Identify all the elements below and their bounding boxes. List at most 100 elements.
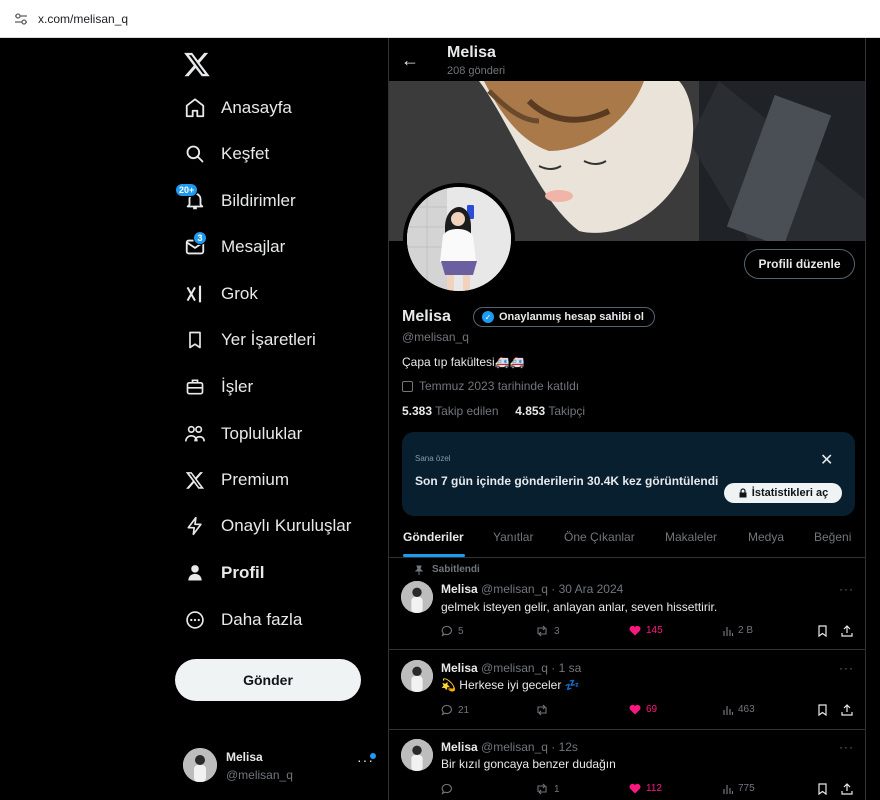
views-icon bbox=[723, 626, 733, 636]
browser-address-bar[interactable]: x.com/melisan_q bbox=[0, 0, 880, 38]
heart-icon bbox=[629, 783, 641, 794]
bookmark-button[interactable] bbox=[817, 704, 833, 716]
avatar[interactable] bbox=[401, 660, 433, 692]
repost-icon bbox=[537, 625, 547, 637]
pinned-label: Sabitlendi bbox=[414, 564, 480, 575]
promo-tag: Sana özel bbox=[415, 454, 451, 463]
repost-button[interactable]: 1 bbox=[535, 783, 560, 795]
post-actions: 1 112 775 bbox=[441, 783, 861, 799]
mail-icon: 3 bbox=[183, 231, 207, 259]
account-switcher[interactable]: Melisa @melisan_q ··· bbox=[183, 746, 379, 786]
tab-articles[interactable]: Makaleler bbox=[665, 530, 717, 544]
nav-item-explore[interactable]: Keşfet bbox=[183, 138, 269, 170]
like-button[interactable]: 112 bbox=[629, 783, 662, 794]
url-text[interactable]: x.com/melisan_q bbox=[38, 12, 128, 26]
pin-icon bbox=[414, 565, 424, 575]
bookmark-button[interactable] bbox=[817, 783, 833, 795]
nav-item-home[interactable]: Anasayfa bbox=[183, 92, 292, 124]
open-analytics-button[interactable]: İstatistikleri aç bbox=[724, 483, 842, 503]
back-arrow-icon[interactable]: ← bbox=[401, 50, 419, 71]
nav-label: Bildirimler bbox=[221, 191, 296, 210]
post-author[interactable]: Melisa @melisan_q · 1 sa bbox=[441, 661, 581, 675]
share-icon bbox=[841, 704, 853, 716]
post-item[interactable]: Melisa @melisan_q · 1 sa ··· 💫 Herkese i… bbox=[389, 651, 865, 730]
tab-likes[interactable]: Beğeni bbox=[814, 530, 851, 544]
following-link[interactable]: 5.383 Takip edilen bbox=[402, 404, 499, 418]
heart-icon bbox=[629, 625, 641, 636]
post-text: 💫 Herkese iyi geceler 💤 bbox=[441, 678, 580, 692]
briefcase-icon bbox=[183, 375, 207, 399]
nav-item-premium[interactable]: Premium bbox=[183, 464, 289, 496]
nav-label: Profil bbox=[221, 563, 265, 582]
get-verified-button[interactable]: ✓ Onaylanmış hesap sahibi ol bbox=[473, 307, 655, 327]
nav-item-messages[interactable]: 3 Mesajlar bbox=[183, 231, 285, 263]
more-circle-icon bbox=[183, 608, 207, 632]
avatar bbox=[183, 748, 217, 782]
tab-media[interactable]: Medya bbox=[748, 530, 784, 544]
like-button[interactable]: 145 bbox=[629, 625, 663, 636]
nav-label: Topluluklar bbox=[221, 424, 303, 443]
repost-button[interactable]: 3 bbox=[535, 625, 560, 637]
more-icon[interactable]: ··· bbox=[839, 582, 854, 596]
tab-posts[interactable]: Gönderiler bbox=[403, 530, 464, 544]
header-name: Melisa bbox=[447, 44, 496, 61]
nav-item-communities[interactable]: Topluluklar bbox=[183, 418, 302, 450]
unread-dot bbox=[370, 753, 376, 759]
home-icon bbox=[183, 96, 207, 120]
reply-button[interactable]: 5 bbox=[441, 625, 464, 637]
nav-item-bookmarks[interactable]: Yer İşaretleri bbox=[183, 324, 316, 356]
profile-avatar[interactable] bbox=[403, 183, 515, 295]
post-author[interactable]: Melisa @melisan_q · 12s bbox=[441, 740, 578, 754]
join-date: Temmuz 2023 tarihinde katıldı bbox=[402, 379, 579, 393]
analytics-promo-card: Sana özel Son 7 gün içinde gönderilerin … bbox=[402, 432, 855, 516]
bookmark-button[interactable] bbox=[817, 625, 833, 637]
post-button[interactable]: Gönder bbox=[175, 659, 361, 701]
active-tab-indicator bbox=[403, 554, 465, 557]
views-icon bbox=[723, 705, 733, 715]
views-button[interactable]: 775 bbox=[723, 783, 755, 794]
post-item[interactable]: Melisa @melisan_q · 12s ··· Bir kızıl go… bbox=[389, 730, 865, 800]
post-actions: 5 3 145 2 B bbox=[441, 625, 861, 641]
views-button[interactable]: 2 B bbox=[723, 625, 753, 636]
tab-replies[interactable]: Yanıtlar bbox=[493, 530, 533, 544]
reply-button[interactable] bbox=[441, 783, 458, 795]
nav-label: Grok bbox=[221, 284, 258, 303]
bookmark-icon bbox=[818, 704, 827, 716]
x-logo-icon[interactable] bbox=[183, 50, 211, 78]
nav-item-jobs[interactable]: İşler bbox=[183, 371, 253, 403]
avatar[interactable] bbox=[401, 581, 433, 613]
bookmark-icon bbox=[818, 783, 827, 795]
reply-button[interactable]: 21 bbox=[441, 704, 469, 716]
reply-icon bbox=[441, 704, 452, 716]
tab-highlights[interactable]: Öne Çıkanlar bbox=[564, 530, 635, 544]
site-settings-icon[interactable] bbox=[14, 12, 28, 26]
close-icon[interactable]: ✕ bbox=[820, 450, 833, 470]
avatar[interactable] bbox=[401, 739, 433, 771]
share-button[interactable] bbox=[841, 625, 858, 637]
followers-link[interactable]: 4.853 Takipçi bbox=[515, 404, 585, 418]
lock-icon bbox=[739, 488, 747, 498]
nav-item-verified-orgs[interactable]: Onaylı Kuruluşlar bbox=[183, 510, 351, 542]
person-icon bbox=[183, 561, 207, 585]
nav-label: Mesajlar bbox=[221, 237, 286, 256]
post-author[interactable]: Melisa @melisan_q · 30 Ara 2024 bbox=[441, 582, 623, 596]
like-button[interactable]: 69 bbox=[629, 704, 657, 715]
share-button[interactable] bbox=[841, 704, 858, 716]
edit-profile-button[interactable]: Profili düzenle bbox=[744, 249, 855, 279]
post-item[interactable]: Sabitlendi Melisa @melisan_q · 30 Ara 20… bbox=[389, 558, 865, 650]
nav-item-notifications[interactable]: 20+ Bildirimler bbox=[175, 183, 296, 217]
more-icon[interactable]: ··· bbox=[839, 740, 854, 754]
repost-icon bbox=[537, 704, 547, 716]
share-button[interactable] bbox=[841, 783, 858, 795]
views-button[interactable]: 463 bbox=[723, 704, 755, 715]
search-icon bbox=[183, 142, 207, 166]
repost-button[interactable] bbox=[535, 704, 554, 716]
follow-stats: 5.383 Takip edilen 4.853 Takipçi bbox=[402, 404, 585, 418]
nav-item-profile[interactable]: Profil bbox=[183, 557, 264, 589]
nav-label: Keşfet bbox=[221, 144, 270, 163]
more-icon[interactable]: ··· bbox=[839, 661, 854, 675]
profile-column: ← Melisa 208 gönderi Profili düzenle Mel… bbox=[388, 38, 866, 800]
nav-item-more[interactable]: Daha fazla bbox=[183, 604, 302, 636]
bookmark-icon bbox=[183, 328, 207, 352]
nav-item-grok[interactable]: Grok bbox=[183, 278, 258, 310]
